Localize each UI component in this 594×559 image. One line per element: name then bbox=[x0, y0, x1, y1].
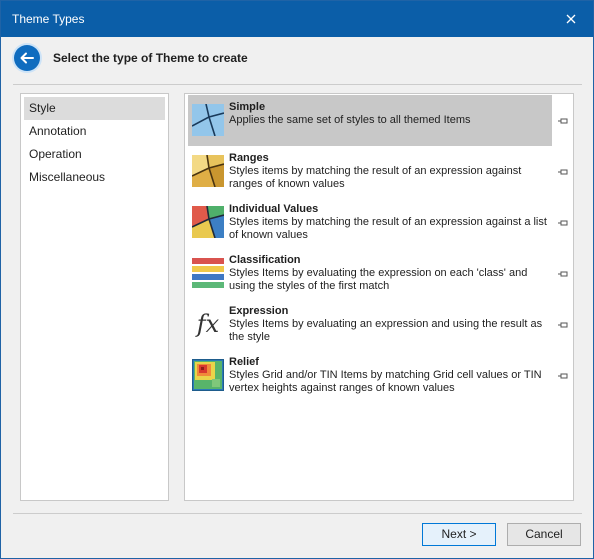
category-item-annotation[interactable]: Annotation bbox=[24, 120, 165, 143]
cancel-button[interactable]: Cancel bbox=[507, 523, 581, 546]
header-instruction: Select the type of Theme to create bbox=[53, 51, 248, 65]
expression-theme-icon: fx bbox=[196, 310, 220, 338]
dialog-header: Select the type of Theme to create bbox=[1, 37, 593, 85]
close-icon bbox=[566, 14, 576, 24]
close-button[interactable] bbox=[549, 1, 593, 37]
theme-description: Styles Grid and/or TIN Items by matching… bbox=[229, 369, 542, 394]
back-button[interactable] bbox=[14, 45, 40, 71]
theme-item-relief[interactable]: Relief Styles Grid and/or TIN Items by m… bbox=[188, 350, 552, 401]
footer-divider bbox=[13, 513, 582, 514]
theme-types-dialog: Theme Types Select the type of Theme to … bbox=[0, 0, 594, 559]
theme-description: Styles items by matching the result of a… bbox=[229, 216, 547, 241]
pin-icon[interactable] bbox=[557, 115, 569, 127]
window-title: Theme Types bbox=[12, 12, 85, 26]
theme-name: Relief bbox=[229, 356, 259, 368]
category-item-operation[interactable]: Operation bbox=[24, 143, 165, 166]
ranges-theme-icon bbox=[192, 155, 224, 187]
pin-icon[interactable] bbox=[557, 370, 569, 382]
pin-icon[interactable] bbox=[557, 268, 569, 280]
pin-icon[interactable] bbox=[557, 319, 569, 331]
pin-icon[interactable] bbox=[557, 166, 569, 178]
simple-theme-icon bbox=[192, 104, 224, 136]
theme-description: Styles items by matching the result of a… bbox=[229, 165, 522, 190]
theme-description: Styles Items by evaluating an expression… bbox=[229, 318, 543, 343]
classification-theme-icon bbox=[192, 258, 224, 288]
theme-item-simple[interactable]: Simple Applies the same set of styles to… bbox=[188, 95, 552, 146]
theme-item-individual-values[interactable]: Individual Values Styles items by matchi… bbox=[188, 197, 552, 248]
next-button[interactable]: Next > bbox=[422, 523, 496, 546]
header-divider bbox=[13, 84, 582, 85]
theme-item-classification[interactable]: Classification Styles Items by evaluatin… bbox=[188, 248, 552, 299]
theme-name: Expression bbox=[229, 305, 289, 317]
category-item-miscellaneous[interactable]: Miscellaneous bbox=[24, 166, 165, 189]
pin-icon[interactable] bbox=[557, 217, 569, 229]
theme-item-ranges[interactable]: Ranges Styles items by matching the resu… bbox=[188, 146, 552, 197]
theme-name: Ranges bbox=[229, 152, 269, 164]
theme-name: Individual Values bbox=[229, 203, 319, 215]
theme-list: Simple Applies the same set of styles to… bbox=[184, 93, 574, 501]
relief-theme-icon bbox=[192, 359, 224, 391]
theme-description: Applies the same set of styles to all th… bbox=[229, 114, 471, 126]
arrow-left-icon bbox=[20, 52, 34, 64]
theme-name: Simple bbox=[229, 101, 266, 113]
category-item-style[interactable]: Style bbox=[24, 97, 165, 120]
individual-values-theme-icon bbox=[192, 206, 224, 238]
theme-description: Styles Items by evaluating the expressio… bbox=[229, 267, 528, 292]
title-bar: Theme Types bbox=[1, 1, 593, 37]
category-list: Style Annotation Operation Miscellaneous bbox=[20, 93, 169, 501]
theme-item-expression[interactable]: fx Expression Styles Items by evaluating… bbox=[188, 299, 552, 350]
theme-name: Classification bbox=[229, 254, 301, 266]
